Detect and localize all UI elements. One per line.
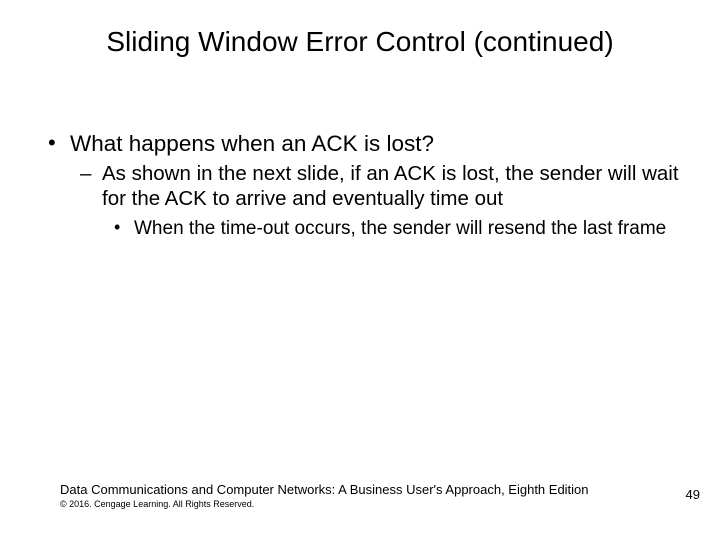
bullet-level2-item: As shown in the next slide, if an ACK is… [70, 161, 680, 240]
slide-title: Sliding Window Error Control (continued) [0, 26, 720, 58]
bullet-level3-text: When the time-out occurs, the sender wil… [134, 218, 666, 239]
footer: Data Communications and Computer Network… [60, 482, 680, 510]
footer-copyright: © 2016. Cengage Learning. All Rights Res… [60, 499, 680, 510]
page-number: 49 [686, 487, 700, 502]
footer-book-title: Data Communications and Computer Network… [60, 482, 680, 498]
slide-body: What happens when an ACK is lost? As sho… [40, 130, 680, 245]
bullet-list-level3: When the time-out occurs, the sender wil… [102, 217, 680, 240]
bullet-list-level2: As shown in the next slide, if an ACK is… [70, 161, 680, 240]
bullet-level2-text: As shown in the next slide, if an ACK is… [102, 162, 679, 210]
bullet-level1-text: What happens when an ACK is lost? [70, 131, 434, 156]
bullet-level1-item: What happens when an ACK is lost? As sho… [40, 130, 680, 241]
slide: Sliding Window Error Control (continued)… [0, 0, 720, 540]
bullet-list-level1: What happens when an ACK is lost? As sho… [40, 130, 680, 241]
bullet-level3-item: When the time-out occurs, the sender wil… [102, 217, 680, 240]
